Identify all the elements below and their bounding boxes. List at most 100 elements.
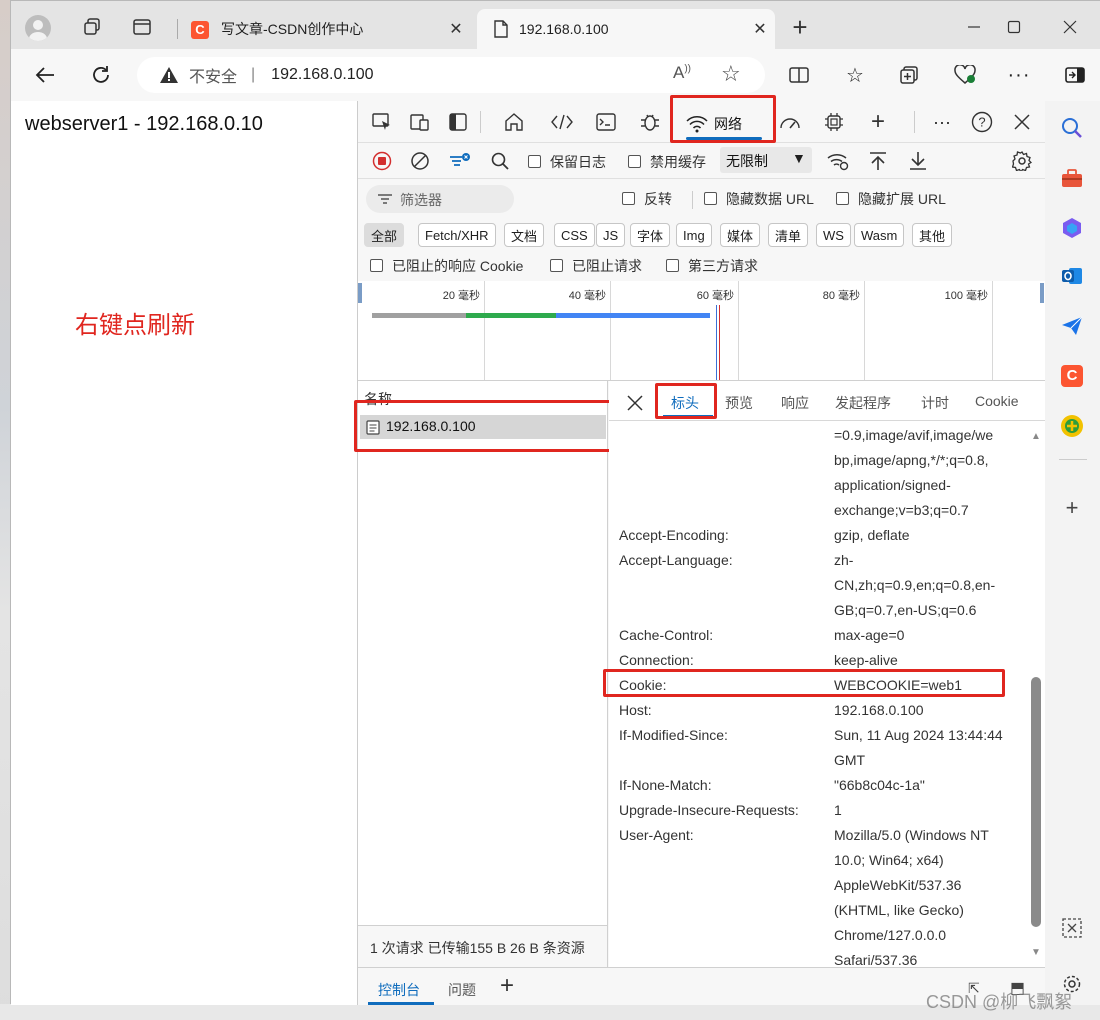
record-button[interactable] [368, 147, 396, 175]
filter-chip-fetch[interactable]: Fetch/XHR [418, 223, 496, 247]
help-button[interactable]: ? [968, 108, 996, 136]
scroll-up-icon[interactable]: ▲ [1031, 431, 1041, 442]
filter-chip-media[interactable]: 媒体 [720, 223, 761, 247]
device-emulation-button[interactable] [406, 108, 434, 136]
tab-actions-button[interactable] [119, 9, 165, 45]
network-conditions-button[interactable] [824, 147, 852, 175]
favorites-button[interactable]: ☆ [841, 61, 869, 89]
tab-memory[interactable] [820, 108, 848, 136]
filter-chip-all[interactable]: 全部 [364, 223, 405, 247]
toolbar-divider [914, 111, 915, 133]
address-bar[interactable]: 不安全 | 192.168.0.100 A)) ☆ [137, 57, 765, 93]
search-button[interactable] [486, 147, 514, 175]
tab-response[interactable]: 响应 [781, 393, 809, 413]
sidebar-copilot-button[interactable] [1057, 213, 1087, 243]
filter-chip-doc[interactable]: 文档 [504, 223, 545, 247]
tab-timing[interactable]: 计时 [921, 393, 949, 413]
close-detail-button[interactable] [621, 389, 649, 417]
sidebar-csdn-button[interactable]: C [1057, 361, 1087, 391]
disable-cache-checkbox[interactable] [628, 155, 641, 168]
export-har-button[interactable] [904, 147, 932, 175]
close-icon[interactable]: ✕ [745, 19, 775, 39]
header-value-line: 10.0; Win64; x64) [834, 852, 944, 868]
sidebar-search-button[interactable] [1057, 113, 1087, 143]
sidebar-toggle-button[interactable] [1061, 61, 1089, 89]
tab-active[interactable]: 192.168.0.100 ✕ [477, 9, 775, 49]
close-icon[interactable]: ✕ [441, 19, 471, 39]
timeline-right-handle[interactable] [1040, 283, 1044, 303]
back-button[interactable] [31, 61, 59, 89]
tab-cookies[interactable]: Cookie [975, 393, 1019, 409]
filter-chip-font[interactable]: 字体 [630, 223, 671, 247]
drawer-tab-issues[interactable]: 问题 [448, 980, 476, 1000]
tab-sources[interactable] [636, 108, 664, 136]
collections-button[interactable] [895, 61, 923, 89]
header-value-line: exchange;v=b3;q=0.7 [834, 502, 969, 518]
maximize-button[interactable] [991, 9, 1037, 45]
tab-welcome[interactable] [500, 108, 528, 136]
import-har-button[interactable] [864, 147, 892, 175]
sidebar-add-button[interactable]: + [1057, 493, 1087, 523]
tab-performance[interactable] [776, 108, 804, 136]
add-drawer-tab-icon[interactable]: + [500, 972, 514, 1000]
filter-chip-img[interactable]: Img [676, 223, 712, 247]
third-party-checkbox[interactable] [666, 259, 679, 272]
blocked-cookie-checkbox[interactable] [370, 259, 383, 272]
filter-chip-ws[interactable]: WS [816, 223, 851, 247]
bug-icon [641, 114, 659, 131]
filter-chip-js[interactable]: JS [596, 223, 626, 247]
sidebar-send-button[interactable] [1057, 311, 1087, 341]
inspect-element-button[interactable] [368, 108, 396, 136]
filter-chip-manifest[interactable]: 清单 [768, 223, 809, 247]
tab-csdn[interactable]: C 写文章-CSDN创作中心 ✕ [181, 9, 471, 49]
svg-text:?: ? [978, 115, 985, 130]
filter-toggle-button[interactable] [446, 147, 474, 175]
headers-scrollbar[interactable]: ▲ ▼ [1029, 427, 1043, 967]
sidebar-extension-button[interactable] [1057, 411, 1087, 441]
settings-more-button[interactable]: ··· [1005, 61, 1033, 89]
upload-icon [870, 152, 886, 170]
workspaces-button[interactable] [69, 9, 115, 45]
profile-avatar[interactable] [25, 15, 51, 41]
read-aloud-icon[interactable]: A)) [673, 63, 691, 83]
timeline-left-handle[interactable] [358, 283, 362, 303]
dock-side-button[interactable] [444, 108, 472, 136]
close-devtools-button[interactable] [1008, 108, 1036, 136]
invert-checkbox[interactable] [622, 192, 635, 205]
preserve-log-checkbox[interactable] [528, 155, 541, 168]
sidebar-outlook-button[interactable] [1057, 261, 1087, 291]
sidebar-screenshot-button[interactable] [1057, 913, 1087, 943]
refresh-button[interactable] [87, 61, 115, 89]
security-label[interactable]: 不安全 [189, 63, 237, 87]
split-screen-button[interactable] [785, 61, 813, 89]
tab-preview[interactable]: 预览 [725, 393, 753, 413]
filter-chip-other[interactable]: 其他 [912, 223, 953, 247]
header-key: Host: [619, 702, 652, 718]
timeline-overview[interactable]: 20 毫秒 40 毫秒 60 毫秒 80 毫秒 100 毫秒 [358, 281, 1046, 381]
close-window-button[interactable] [1047, 9, 1093, 45]
favorite-star-icon[interactable]: ☆ [721, 61, 741, 87]
hide-data-url-checkbox[interactable] [704, 192, 717, 205]
filter-chip-wasm[interactable]: Wasm [854, 223, 905, 247]
drawer-tab-console[interactable]: 控制台 [378, 980, 420, 1000]
browser-essentials-button[interactable] [951, 61, 979, 89]
tab-initiator[interactable]: 发起程序 [835, 393, 891, 413]
throttling-select[interactable]: 无限制 ▼ [720, 147, 812, 173]
network-settings-button[interactable] [1008, 147, 1036, 175]
url-text[interactable]: 192.168.0.100 [271, 66, 373, 84]
hide-ext-url-checkbox[interactable] [836, 192, 849, 205]
header-value-line: =0.9,image/avif,image/we [834, 427, 994, 443]
scroll-down-icon[interactable]: ▼ [1031, 947, 1041, 958]
more-tools-button[interactable]: + [864, 108, 892, 136]
devtools-menu-button[interactable]: ··· [928, 108, 956, 136]
scrollbar-thumb[interactable] [1031, 677, 1041, 927]
new-tab-button[interactable]: + [777, 9, 823, 45]
sidebar-tools-button[interactable] [1057, 163, 1087, 193]
blocked-requests-checkbox[interactable] [550, 259, 563, 272]
tab-elements[interactable] [548, 108, 576, 136]
timeline-tick: 80 毫秒 [822, 290, 860, 302]
filter-input[interactable]: 筛选器 [366, 185, 514, 213]
filter-chip-css[interactable]: CSS [554, 223, 595, 247]
clear-button[interactable] [406, 147, 434, 175]
tab-console[interactable] [592, 108, 620, 136]
